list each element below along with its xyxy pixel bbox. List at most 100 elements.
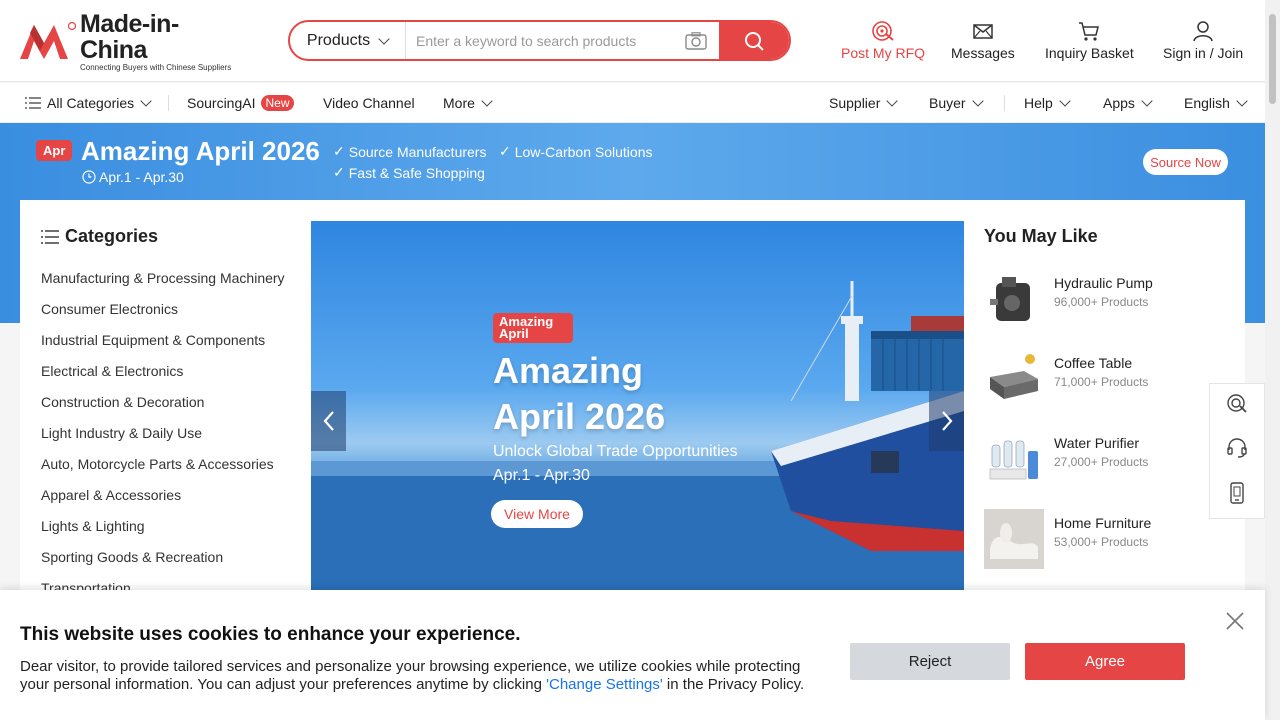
more-menu[interactable]: More: [443, 83, 493, 123]
category-item[interactable]: Consumer Electronics: [41, 299, 285, 330]
category-item[interactable]: Light Industry & Daily Use: [41, 423, 285, 454]
sourcing-ai-label: SourcingAI: [187, 95, 256, 111]
check-icon: ✓: [333, 143, 345, 159]
promo-tag: Apr: [36, 140, 73, 161]
sourcing-ai-link[interactable]: SourcingAI New: [187, 83, 294, 123]
recommended-item[interactable]: Coffee Table 71,000+ Products: [984, 349, 1224, 409]
source-now-button[interactable]: Source Now: [1143, 149, 1228, 175]
product-count: 27,000+ Products: [1054, 455, 1149, 469]
scrollbar-thumb[interactable]: [1269, 14, 1276, 104]
buyer-label: Buyer: [929, 95, 966, 111]
hero-banner[interactable]: Amazing April Amazing April 2026 Unlock …: [311, 221, 964, 591]
buyer-menu[interactable]: Buyer: [929, 83, 984, 123]
chevron-right-icon: [941, 411, 952, 431]
category-item[interactable]: Electrical & Electronics: [41, 361, 285, 392]
chevron-down-icon: [1059, 95, 1071, 107]
chevron-down-icon: [886, 95, 899, 107]
mobile-app-button[interactable]: [1227, 482, 1247, 509]
categories-heading: Categories: [41, 226, 158, 247]
video-channel-link[interactable]: Video Channel: [323, 83, 415, 123]
sign-in-link[interactable]: Sign in / Join: [1163, 20, 1243, 61]
product-thumbnail: [984, 269, 1044, 329]
product-thumbnail: [984, 349, 1044, 409]
category-item[interactable]: Apparel & Accessories: [41, 485, 285, 516]
product-name: Coffee Table: [1054, 355, 1133, 371]
customer-service-button[interactable]: [1226, 437, 1248, 464]
category-item[interactable]: Manufacturing & Processing Machinery: [41, 268, 285, 299]
search-icon: [745, 31, 764, 51]
reject-button[interactable]: Reject: [850, 643, 1010, 680]
category-item[interactable]: Industrial Equipment & Components: [41, 330, 285, 361]
supplier-menu[interactable]: Supplier: [829, 83, 899, 123]
video-channel-label: Video Channel: [323, 95, 415, 111]
post-rfq-link[interactable]: Post My RFQ: [841, 20, 925, 61]
product-name: Water Purifier: [1054, 435, 1140, 451]
rfq-icon: [872, 21, 894, 41]
product-count: 96,000+ Products: [1054, 295, 1149, 309]
inquiry-basket-label: Inquiry Basket: [1045, 45, 1134, 61]
you-may-like-heading: You May Like: [984, 226, 1098, 246]
search-category-label: Products: [306, 31, 371, 49]
logo-wordmark: Made-in-China: [80, 9, 179, 64]
promo-title: Amazing April 2026: [81, 136, 320, 166]
messages-link[interactable]: Messages: [951, 20, 1015, 61]
search-category-select[interactable]: Products: [290, 22, 406, 59]
help-label: Help: [1024, 95, 1053, 111]
chevron-down-icon: [140, 95, 152, 107]
language-menu[interactable]: English: [1184, 83, 1248, 123]
agree-button[interactable]: Agree: [1025, 643, 1185, 680]
supplier-label: Supplier: [829, 95, 881, 111]
phone-icon: [1230, 482, 1244, 504]
promo-date-text: Apr.1 - Apr.30: [99, 169, 184, 185]
category-item[interactable]: Lights & Lighting: [41, 516, 285, 547]
check-icon: ✓: [333, 164, 345, 180]
apps-menu[interactable]: Apps: [1103, 83, 1153, 123]
category-item[interactable]: Construction & Decoration: [41, 392, 285, 423]
rfq-side-button[interactable]: [1226, 393, 1248, 420]
categories-title: Categories: [65, 226, 159, 246]
all-categories-menu[interactable]: All Categories: [25, 83, 152, 123]
search-button[interactable]: [719, 22, 789, 59]
banner-next-button[interactable]: [929, 391, 964, 451]
banner-title: Amazing April 2026: [493, 348, 665, 440]
page-scrollbar[interactable]: [1265, 0, 1280, 720]
inquiry-basket-link[interactable]: Inquiry Basket: [1045, 20, 1134, 61]
camera-icon[interactable]: [673, 22, 719, 59]
nav-divider: [168, 95, 169, 111]
product-thumbnail: [984, 429, 1044, 489]
view-more-button[interactable]: View More: [491, 500, 583, 528]
recommended-item[interactable]: Water Purifier 27,000+ Products: [984, 429, 1224, 489]
language-label: English: [1184, 95, 1230, 111]
chevron-down-icon: [378, 32, 390, 45]
product-thumbnail: [984, 509, 1044, 569]
main-content: Categories Manufacturing & Processing Ma…: [20, 200, 1245, 600]
banner-badge: Amazing April: [493, 313, 573, 343]
category-item[interactable]: Auto, Motorcycle Parts & Accessories: [41, 454, 285, 485]
search-input[interactable]: [406, 22, 673, 59]
help-menu[interactable]: Help: [1024, 83, 1071, 123]
cookie-title: This website uses cookies to enhance you…: [20, 624, 521, 645]
cart-icon: [1079, 22, 1100, 41]
recommended-item[interactable]: Hydraulic Pump 96,000+ Products: [984, 269, 1224, 329]
change-settings-link[interactable]: 'Change Settings': [546, 676, 663, 693]
cookie-text: in the Privacy Policy.: [662, 676, 805, 693]
banner-title-line: Amazing: [493, 350, 644, 391]
chevron-left-icon: [323, 411, 334, 431]
post-rfq-label: Post My RFQ: [841, 45, 926, 61]
category-item[interactable]: Sporting Goods & Recreation: [41, 547, 285, 578]
promo-feature: ✓ Low-Carbon Solutions: [499, 143, 652, 160]
envelope-icon: [973, 24, 993, 39]
close-icon[interactable]: [1225, 611, 1245, 631]
headset-icon: [1227, 438, 1247, 459]
logo-icon: [20, 21, 77, 61]
chevron-down-icon: [481, 95, 493, 107]
chevron-down-icon: [1236, 95, 1248, 107]
user-icon: [1193, 21, 1213, 42]
recommended-item[interactable]: Home Furniture 53,000+ Products: [984, 509, 1224, 569]
main-nav: All Categories SourcingAI New Video Chan…: [0, 83, 1265, 123]
site-logo[interactable]: Made-in-China Connecting Buyers with Chi…: [20, 11, 240, 72]
promo-feature-label: Low-Carbon Solutions: [514, 143, 653, 160]
product-name: Hydraulic Pump: [1054, 275, 1153, 291]
site-header: Made-in-China Connecting Buyers with Chi…: [0, 0, 1265, 82]
banner-prev-button[interactable]: [311, 391, 346, 451]
